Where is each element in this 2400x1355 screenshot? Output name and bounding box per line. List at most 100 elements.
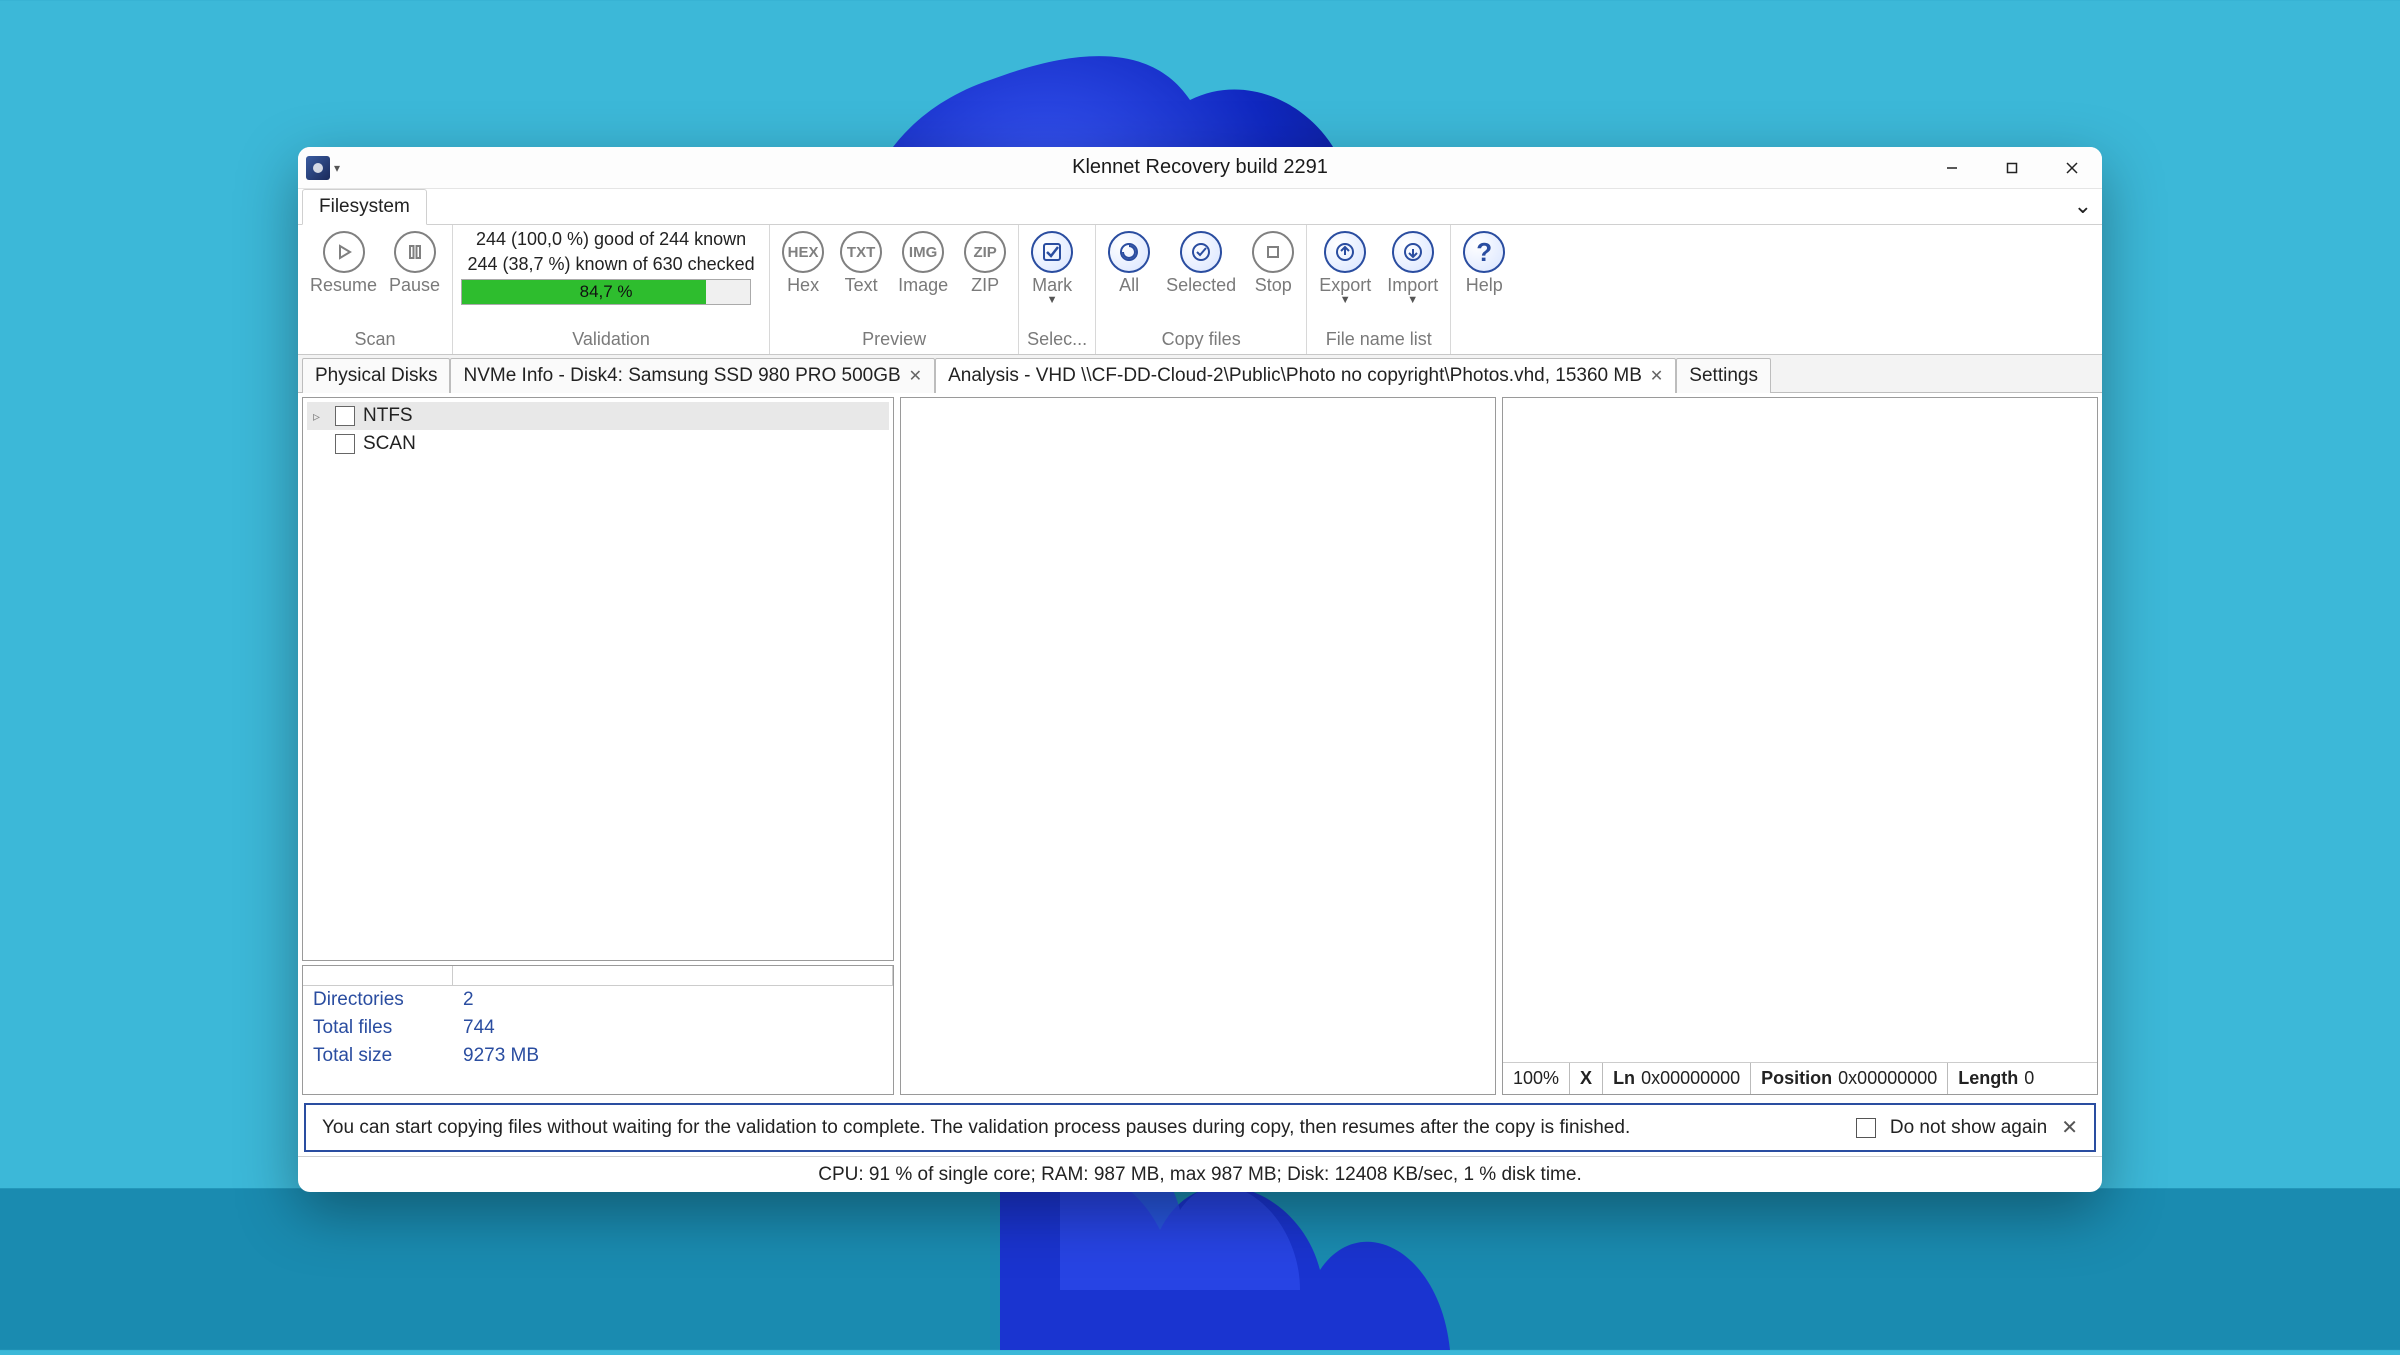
group-fnl-label: File name list: [1315, 329, 1442, 352]
info-close-icon[interactable]: ✕: [2061, 1115, 2078, 1140]
group-help: ?Help: [1451, 225, 1517, 354]
resume-icon: [323, 231, 365, 273]
group-filenamelist: Export▼ Import▼ File name list: [1307, 225, 1451, 354]
copy-stop-button[interactable]: Stop: [1248, 229, 1298, 298]
stats-directories-value: 2: [463, 989, 474, 1011]
resume-button[interactable]: Resume: [306, 229, 381, 298]
tree-item-scan[interactable]: SCAN: [307, 430, 889, 458]
group-validation-label: Validation: [461, 329, 761, 352]
hex-position: Position 0x00000000: [1751, 1063, 1948, 1094]
info-message: You can start copying files without wait…: [322, 1117, 1842, 1139]
export-button[interactable]: Export▼: [1315, 229, 1375, 306]
hex-zoom-value: 100%: [1513, 1068, 1559, 1089]
tab-nvme-info[interactable]: NVMe Info - Disk4: Samsung SSD 980 PRO 5…: [450, 358, 935, 393]
export-label: Export: [1319, 275, 1371, 296]
stats-totalsize-key: Total size: [313, 1045, 463, 1067]
stats-row-directories: Directories2: [303, 986, 893, 1014]
tab-analysis-label: Analysis - VHD \\CF-DD-Cloud-2\Public\Ph…: [948, 365, 1642, 387]
help-icon: ?: [1463, 231, 1505, 273]
ribbon-tab-filesystem[interactable]: Filesystem: [302, 189, 427, 225]
copy-selected-label: Selected: [1166, 275, 1236, 296]
stop-icon: [1252, 231, 1294, 273]
preview-zip-button[interactable]: ZIPZIP: [960, 229, 1010, 298]
window-title: Klennet Recovery build 2291: [298, 156, 2102, 179]
hex-icon: HEX: [782, 231, 824, 273]
import-button[interactable]: Import▼: [1383, 229, 1442, 306]
copy-all-button[interactable]: All: [1104, 229, 1154, 298]
document-tabs: Physical Disks NVMe Info - Disk4: Samsun…: [298, 355, 2102, 393]
hex-zoom[interactable]: 100%: [1503, 1063, 1570, 1094]
app-window: ▾ Klennet Recovery build 2291 Filesystem…: [298, 147, 2102, 1192]
group-select-label: Selec...: [1027, 329, 1087, 352]
status-text: CPU: 91 % of single core; RAM: 987 MB, m…: [818, 1164, 1581, 1186]
titlebar: ▾ Klennet Recovery build 2291: [298, 147, 2102, 189]
preview-hex-button[interactable]: HEXHex: [778, 229, 828, 298]
copy-selected-button[interactable]: Selected: [1162, 229, 1240, 298]
hex-pos-value: 0x00000000: [1838, 1068, 1937, 1089]
stats-totalsize-value: 9273 MB: [463, 1045, 539, 1067]
preview-zip-label: ZIP: [971, 275, 999, 296]
preview-panel[interactable]: 100% X Ln0x00000000 Position0x00000000 L…: [1502, 397, 2098, 1095]
validation-percent: 84,7 %: [462, 280, 750, 304]
stats-row-totalsize: Total size9273 MB: [303, 1042, 893, 1070]
mark-button[interactable]: Mark ▼: [1027, 229, 1077, 306]
preview-txt-label: Text: [845, 275, 878, 296]
pause-icon: [394, 231, 436, 273]
hex-statusbar: 100% X Ln0x00000000 Position0x00000000 L…: [1503, 1062, 2097, 1094]
zip-icon: ZIP: [964, 231, 1006, 273]
workspace: ▹ NTFS SCAN Directories2 Total files744 …: [298, 393, 2102, 1099]
tab-nvme-close-icon[interactable]: ✕: [909, 366, 922, 386]
resume-label: Resume: [310, 275, 377, 296]
minimize-button[interactable]: [1922, 147, 1982, 189]
copy-stop-label: Stop: [1255, 275, 1292, 296]
group-validation: 244 (100,0 %) good of 244 known 244 (38,…: [453, 225, 770, 354]
hex-pos-key: Position: [1761, 1068, 1832, 1089]
group-scan-label: Scan: [306, 329, 444, 352]
pause-button[interactable]: Pause: [385, 229, 444, 298]
left-column: ▹ NTFS SCAN Directories2 Total files744 …: [302, 397, 894, 1095]
hex-x[interactable]: X: [1570, 1063, 1603, 1094]
tab-analysis-close-icon[interactable]: ✕: [1650, 366, 1663, 386]
file-list-panel[interactable]: [900, 397, 1496, 1095]
hex-x-label: X: [1580, 1068, 1592, 1089]
validation-line2: 244 (38,7 %) known of 630 checked: [461, 254, 761, 275]
hex-ln-value: 0x00000000: [1641, 1068, 1740, 1089]
import-icon: [1392, 231, 1434, 273]
tree-item-scan-label: SCAN: [363, 433, 416, 455]
qat-dropdown-icon[interactable]: ▾: [334, 161, 340, 175]
checkbox-ntfs[interactable]: [335, 406, 355, 426]
tab-analysis[interactable]: Analysis - VHD \\CF-DD-Cloud-2\Public\Ph…: [935, 358, 1676, 393]
preview-txt-button[interactable]: TXTText: [836, 229, 886, 298]
checkbox-scan[interactable]: [335, 434, 355, 454]
stats-totalfiles-key: Total files: [313, 1017, 463, 1039]
help-button[interactable]: ?Help: [1459, 229, 1509, 298]
tab-physical-disks[interactable]: Physical Disks: [302, 358, 450, 393]
tree-item-ntfs[interactable]: ▹ NTFS: [307, 402, 889, 430]
ribbon-tab-row: Filesystem ⌄: [298, 189, 2102, 225]
validation-line1: 244 (100,0 %) good of 244 known: [461, 229, 761, 250]
maximize-button[interactable]: [1982, 147, 2042, 189]
copy-selected-icon: [1180, 231, 1222, 273]
group-select: Mark ▼ Selec...: [1019, 225, 1096, 354]
expander-icon[interactable]: ▹: [313, 408, 327, 425]
stats-directories-key: Directories: [313, 989, 463, 1011]
ribbon-collapse-icon[interactable]: ⌄: [2074, 193, 2092, 219]
mark-label: Mark: [1032, 275, 1072, 296]
info-bar: You can start copying files without wait…: [304, 1103, 2096, 1152]
tab-settings[interactable]: Settings: [1676, 358, 1771, 393]
group-help-label: [1459, 329, 1509, 352]
group-preview: HEXHex TXTText IMGImage ZIPZIP Preview: [770, 225, 1019, 354]
pause-label: Pause: [389, 275, 440, 296]
group-copy: All Selected Stop Copy files: [1096, 225, 1307, 354]
tree-panel[interactable]: ▹ NTFS SCAN: [302, 397, 894, 961]
stats-panel[interactable]: Directories2 Total files744 Total size92…: [302, 965, 894, 1095]
do-not-show-label: Do not show again: [1890, 1117, 2047, 1139]
mark-icon: [1031, 231, 1073, 273]
help-label: Help: [1466, 275, 1503, 296]
group-preview-label: Preview: [778, 329, 1010, 352]
close-button[interactable]: [2042, 147, 2102, 189]
stats-header: [303, 966, 893, 986]
preview-img-button[interactable]: IMGImage: [894, 229, 952, 298]
do-not-show-checkbox[interactable]: [1856, 1118, 1876, 1138]
txt-icon: TXT: [840, 231, 882, 273]
